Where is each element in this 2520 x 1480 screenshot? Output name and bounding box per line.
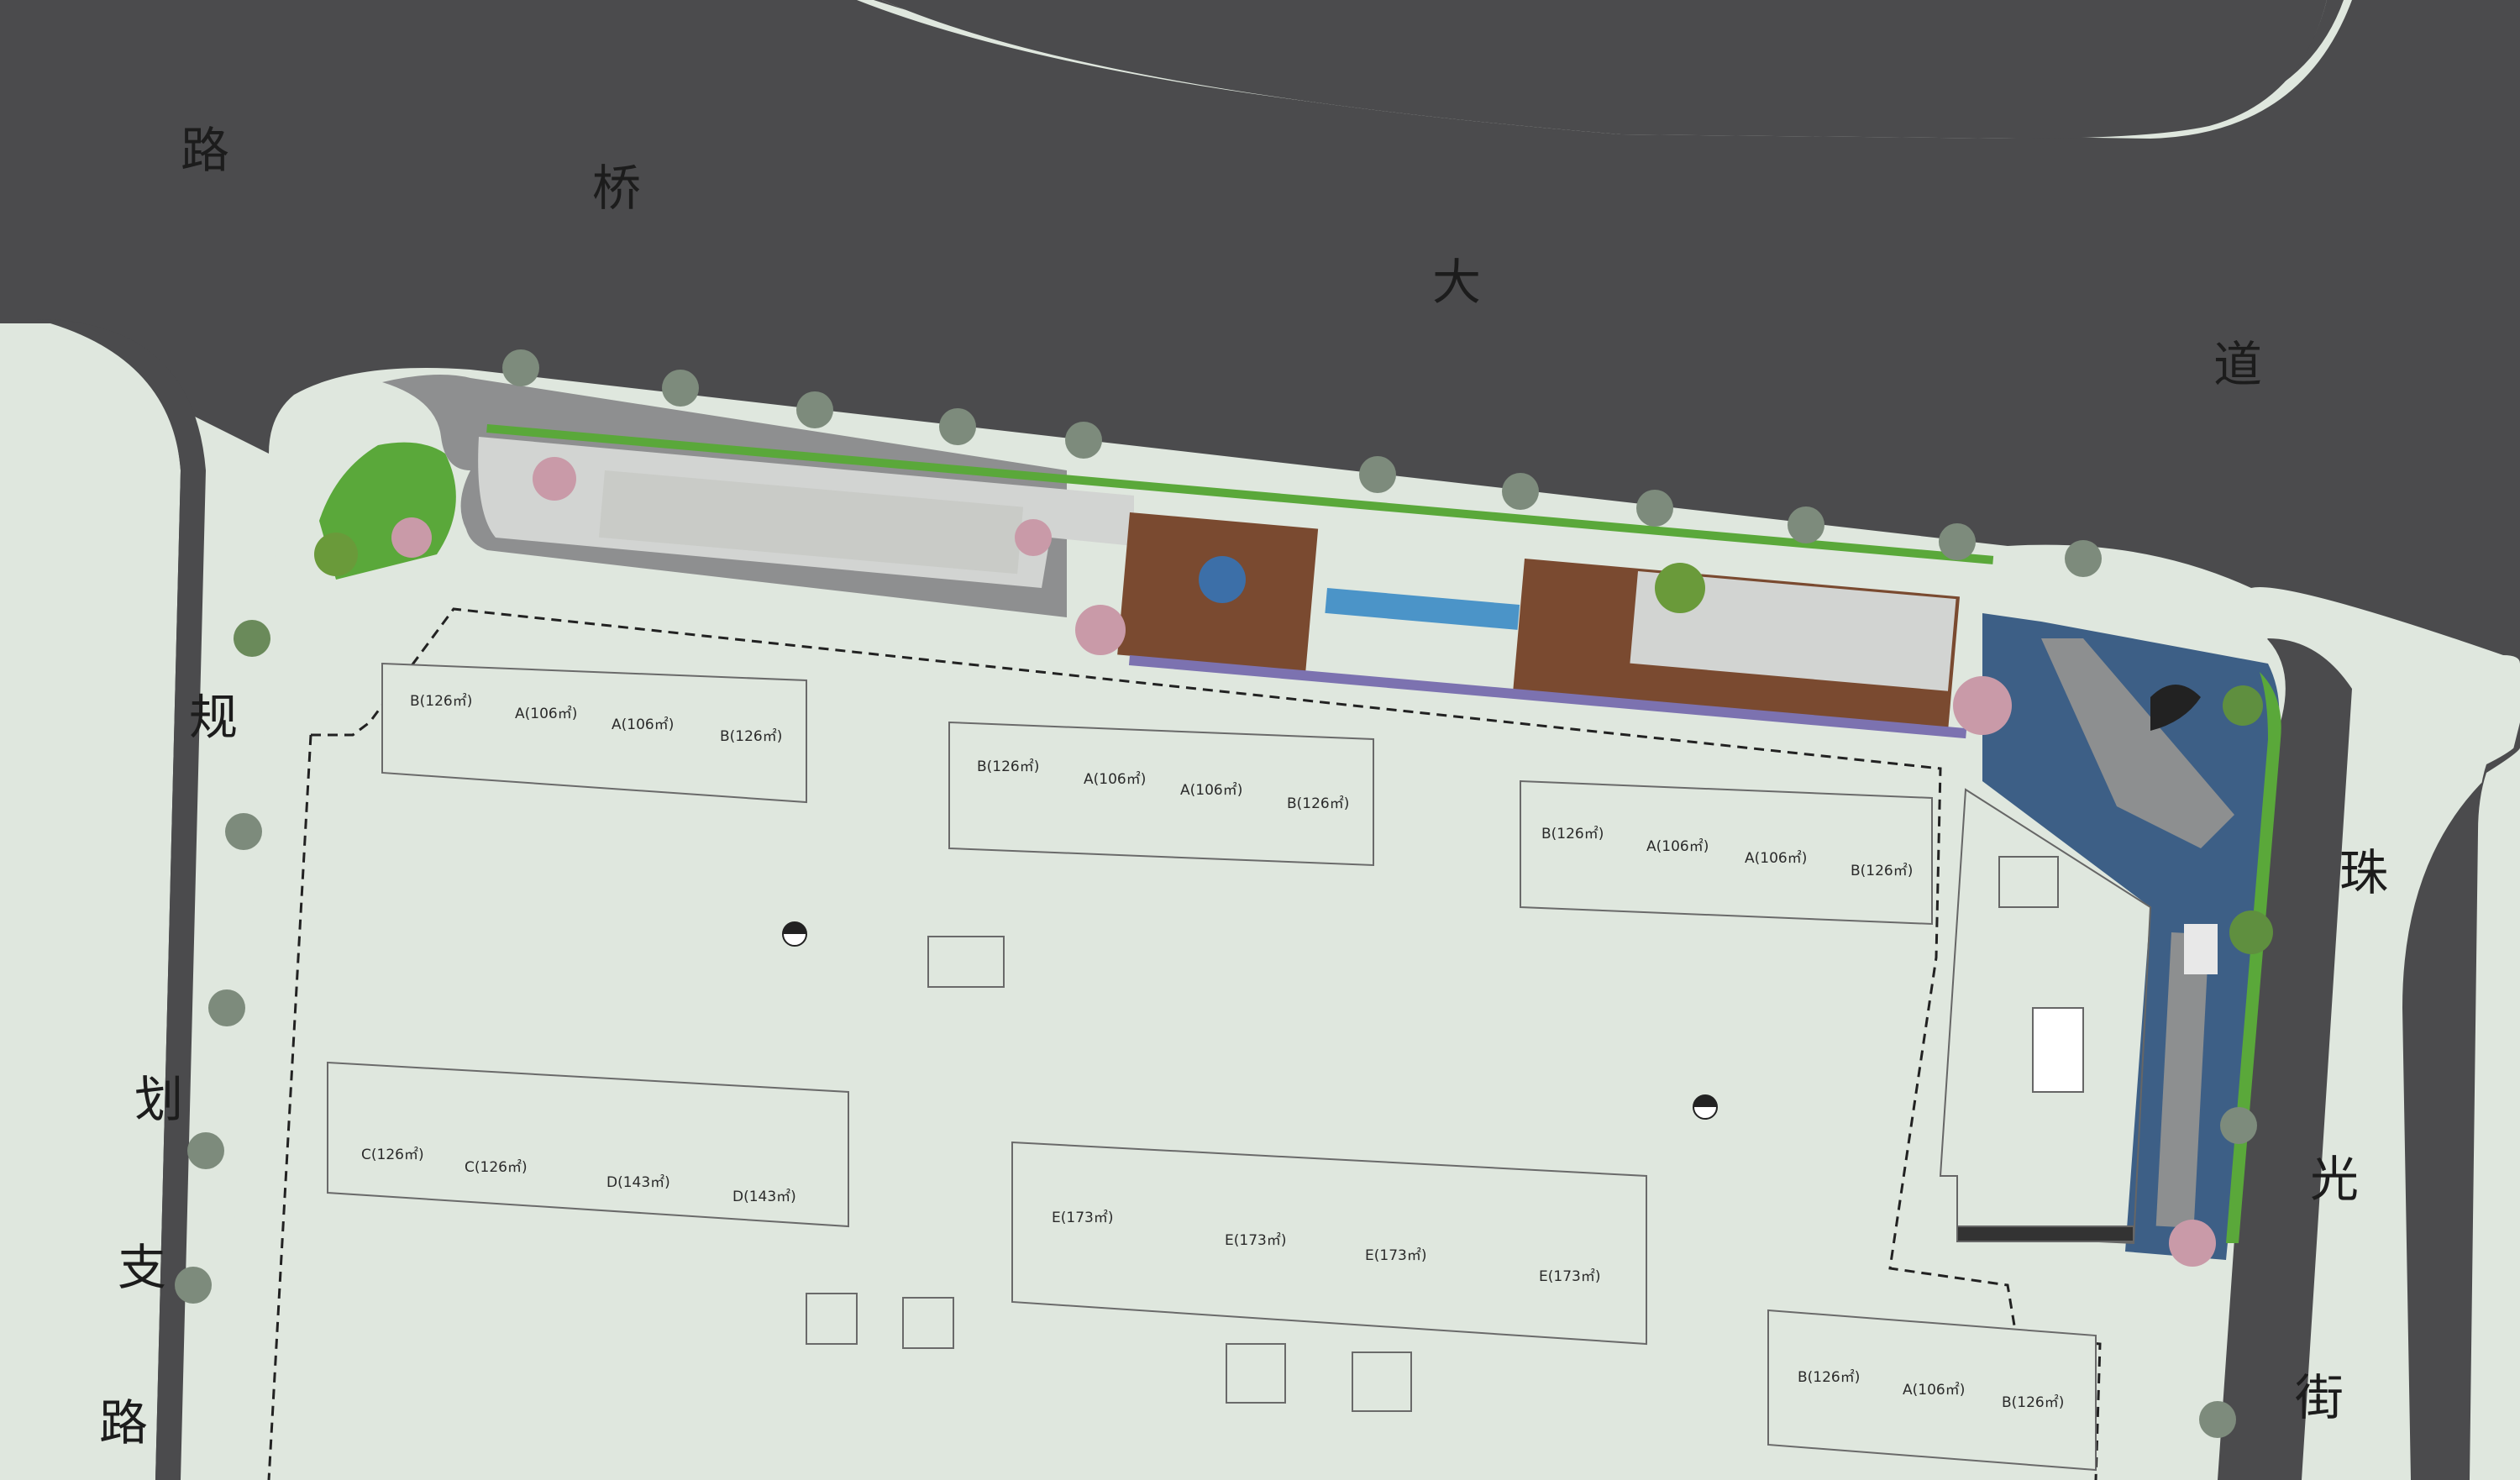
tree <box>225 813 262 850</box>
tree <box>1636 490 1673 527</box>
tree <box>1065 422 1102 459</box>
square-feature-2 <box>902 1297 954 1349</box>
tree-blossom <box>1015 519 1052 556</box>
tree-blossom <box>391 517 432 558</box>
unit-label: C(126㎡) <box>361 1147 424 1163</box>
tree <box>939 408 976 445</box>
unit-label: A(106㎡) <box>1745 850 1807 867</box>
street-char-jie: 街 <box>2295 1369 2344 1426</box>
square-feature-1 <box>806 1293 858 1345</box>
tree <box>2229 911 2273 954</box>
street-char-guang: 光 <box>2310 1151 2360 1208</box>
tree <box>1939 523 1976 560</box>
tree <box>2223 685 2263 726</box>
street-char-gui: 规 <box>189 689 239 746</box>
square-feature-4 <box>1352 1351 1412 1412</box>
building-2 <box>948 721 1374 867</box>
street-char-lu: 路 <box>99 1394 149 1451</box>
square-feature-5 <box>927 936 1005 988</box>
unit-label: B(126㎡) <box>1798 1369 1860 1386</box>
tree-blossom <box>1953 676 2012 735</box>
unit-label: A(106㎡) <box>515 706 577 722</box>
unit-label: E(173㎡) <box>1365 1247 1426 1264</box>
clubhouse-base <box>1956 1225 2134 1242</box>
unit-label: B(126㎡) <box>1287 795 1349 812</box>
round-fountain <box>1199 556 1246 603</box>
west-sidewalk <box>0 323 181 1480</box>
unit-label: B(126㎡) <box>977 758 1039 775</box>
unit-label: E(173㎡) <box>1539 1268 1600 1285</box>
tree <box>1359 456 1396 493</box>
unit-label: A(106㎡) <box>1903 1382 1965 1399</box>
tree <box>2199 1401 2236 1438</box>
tree <box>1788 506 1824 543</box>
tree <box>187 1132 224 1169</box>
street-char-da: 大 <box>1432 254 1482 311</box>
tree <box>1655 563 1705 613</box>
tree <box>796 391 833 428</box>
tree <box>208 989 245 1026</box>
tree <box>234 620 270 657</box>
unit-label: E(173㎡) <box>1225 1232 1286 1249</box>
tree <box>1502 473 1539 510</box>
unit-label: E(173㎡) <box>1052 1210 1113 1226</box>
street-char-dao: 道 <box>2213 336 2263 393</box>
unit-label: A(106㎡) <box>1646 838 1709 855</box>
tree-blossom <box>2169 1220 2216 1267</box>
unit-label: D(143㎡) <box>606 1174 670 1191</box>
tree-blossom <box>1075 605 1126 655</box>
street-char-zhu: 珠 <box>2339 844 2389 901</box>
square-feature-3 <box>1226 1343 1286 1404</box>
unit-label: A(106㎡) <box>612 716 674 733</box>
unit-label: C(126㎡) <box>465 1159 528 1176</box>
tree <box>2220 1107 2257 1144</box>
tree <box>2065 540 2102 577</box>
street-char-hua: 划 <box>134 1071 184 1128</box>
tree <box>662 370 699 407</box>
tree-blossom <box>533 457 576 501</box>
unit-label: D(143㎡) <box>732 1189 796 1205</box>
street-char-zhi: 支 <box>118 1239 167 1296</box>
clubhouse-room <box>2032 1007 2084 1093</box>
building-3 <box>1520 779 1933 926</box>
unit-label: A(106㎡) <box>1180 782 1242 799</box>
unit-label: B(126㎡) <box>1851 863 1913 879</box>
pavilion <box>2184 924 2218 974</box>
unit-label: A(106㎡) <box>1084 771 1146 788</box>
site-plan: B(126㎡) A(106㎡) A(106㎡) B(126㎡) B(126㎡) … <box>0 0 2520 1480</box>
tree <box>314 533 358 576</box>
unit-label: B(126㎡) <box>1541 826 1604 842</box>
street-char-bridge: 桥 <box>592 160 642 217</box>
unit-label: B(126㎡) <box>2002 1394 2064 1411</box>
tree <box>175 1267 212 1304</box>
street-char-road-north-1: 路 <box>181 122 230 179</box>
unit-label: B(126㎡) <box>720 728 782 745</box>
tree <box>502 349 539 386</box>
unit-label: B(126㎡) <box>410 693 472 710</box>
